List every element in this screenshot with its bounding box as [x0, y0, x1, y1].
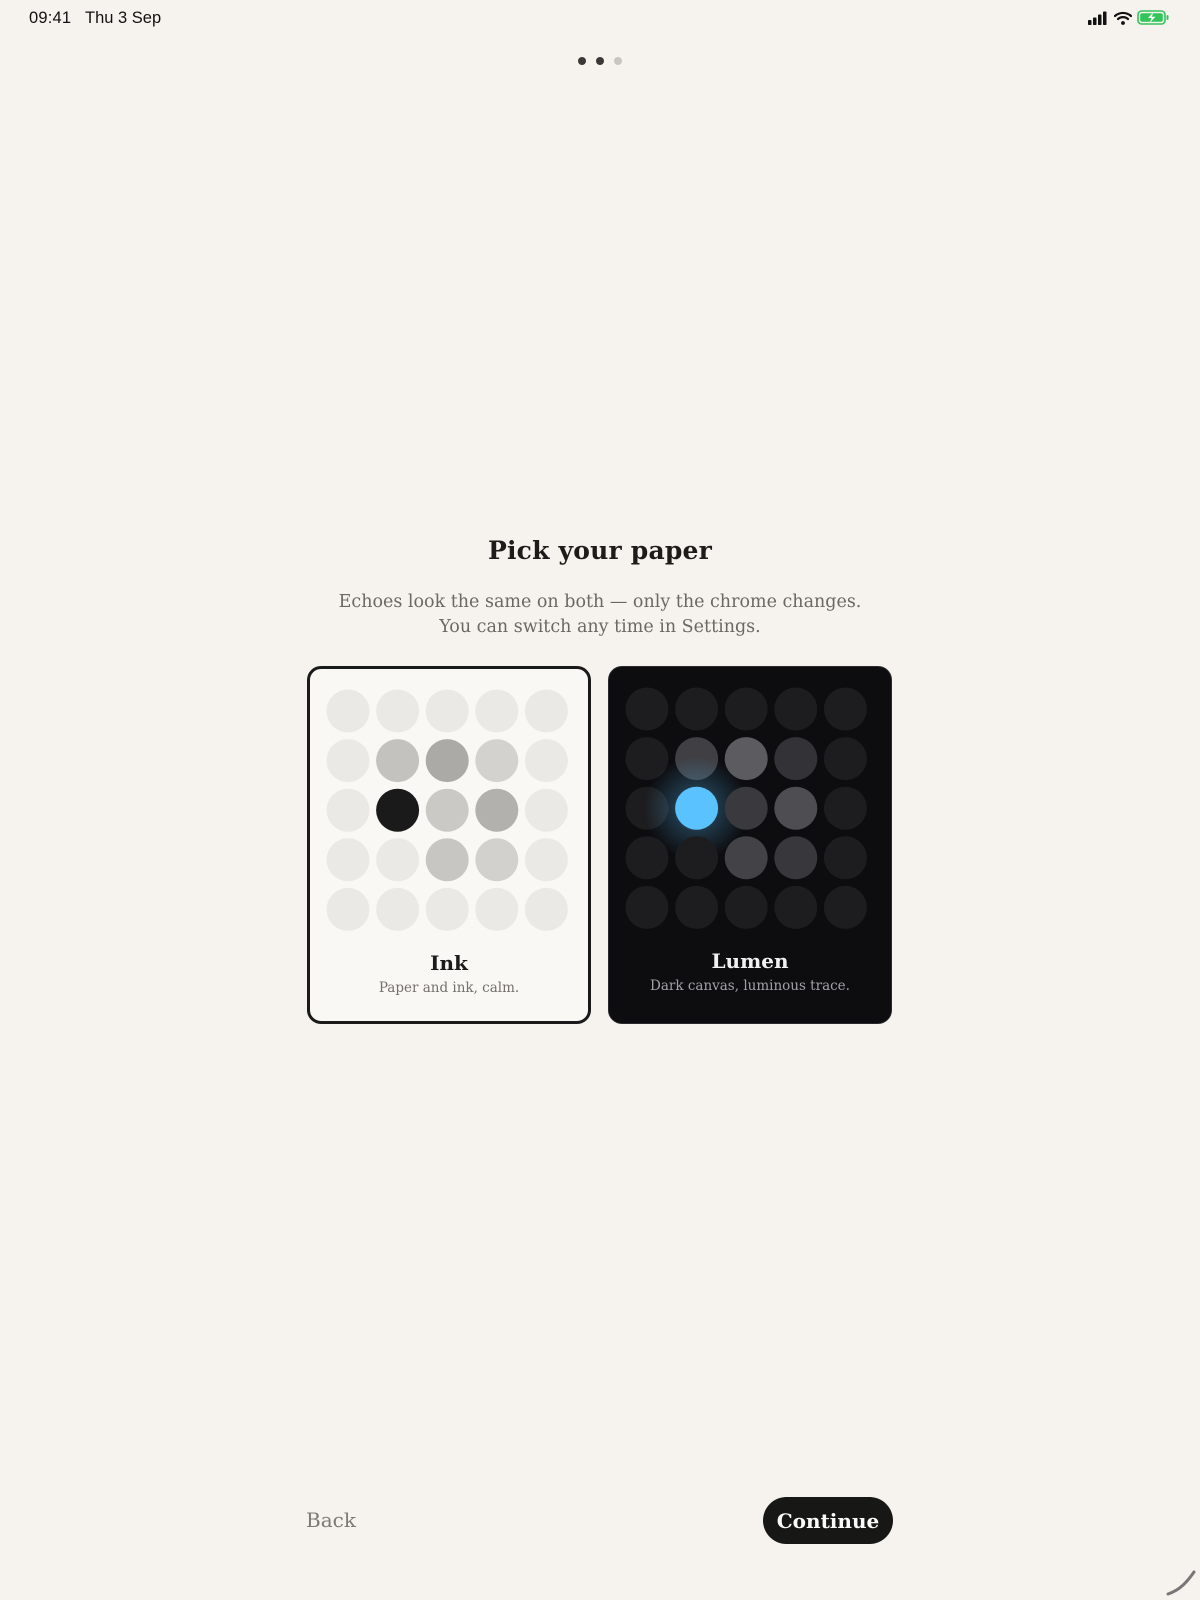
preview-dot	[675, 836, 719, 880]
continue-button[interactable]: Continue	[763, 1497, 893, 1544]
preview-dot	[823, 885, 867, 929]
theme-card-ink[interactable]: Ink Paper and ink, calm.	[307, 666, 591, 1024]
preview-dot	[823, 737, 867, 781]
preview-dot	[326, 838, 370, 882]
theme-description: Paper and ink, calm.	[378, 980, 520, 996]
preview-dot	[425, 739, 469, 783]
status-icons	[1087, 10, 1170, 25]
preview-dot	[724, 786, 768, 830]
theme-name: Lumen	[711, 949, 789, 973]
preview-dot	[823, 687, 867, 731]
preview-dot	[425, 788, 469, 832]
preview-dot	[823, 786, 867, 830]
theme-card-lumen[interactable]: Lumen Dark canvas, luminous trace.	[608, 666, 892, 1024]
theme-name: Ink	[430, 951, 468, 975]
preview-dot	[475, 838, 519, 882]
preview-dot	[475, 689, 519, 733]
preview-dot	[774, 786, 818, 830]
preview-dot	[326, 788, 370, 832]
preview-dot	[376, 788, 420, 832]
preview-dot	[823, 836, 867, 880]
preview-dot	[724, 687, 768, 731]
preview-dot	[475, 887, 519, 931]
preview-dot	[774, 737, 818, 781]
pencil-indicator-icon	[1166, 1570, 1196, 1596]
preview-dot	[625, 687, 669, 731]
preview-dot	[326, 689, 370, 733]
preview-dot	[774, 687, 818, 731]
preview-dot	[376, 887, 420, 931]
wifi-icon	[1114, 11, 1132, 25]
back-button[interactable]: Back	[306, 1508, 356, 1532]
preview-dot	[724, 885, 768, 929]
subtitle-line-2: You can switch any time in Settings.	[439, 617, 761, 637]
page-subtitle: Echoes look the same on both — only the …	[0, 590, 1200, 640]
preview-dot	[326, 887, 370, 931]
page-dot	[614, 57, 622, 65]
preview-dot	[774, 836, 818, 880]
preview-dot	[675, 786, 719, 830]
preview-dot	[425, 689, 469, 733]
subtitle-line-1: Echoes look the same on both — only the …	[338, 592, 862, 612]
theme-description: Dark canvas, luminous trace.	[650, 978, 850, 994]
preview-dot	[625, 836, 669, 880]
preview-dot	[425, 887, 469, 931]
preview-dot	[524, 788, 568, 832]
preview-dot	[774, 885, 818, 929]
page-title: Pick your paper	[487, 536, 713, 565]
preview-dot	[524, 739, 568, 783]
preview-dot	[724, 836, 768, 880]
page-dot	[578, 57, 586, 65]
lumen-preview-grid	[625, 687, 867, 929]
preview-dot	[625, 885, 669, 929]
status-bar: 09:41 Thu 3 Sep	[0, 0, 1200, 40]
preview-dot	[475, 788, 519, 832]
preview-dot	[524, 689, 568, 733]
status-date: Thu 3 Sep	[85, 9, 162, 27]
preview-dot	[326, 739, 370, 783]
preview-dot	[675, 885, 719, 929]
preview-dot	[524, 838, 568, 882]
preview-dot	[425, 838, 469, 882]
battery-charging-icon	[1137, 10, 1169, 25]
cellular-signal-icon	[1088, 11, 1107, 25]
ink-preview-grid	[326, 689, 568, 931]
preview-dot	[475, 739, 519, 783]
preview-dot	[524, 887, 568, 931]
preview-dot	[376, 838, 420, 882]
preview-dot	[376, 739, 420, 783]
page-indicator	[0, 57, 1200, 65]
status-time: 09:41	[29, 9, 72, 27]
preview-dot	[675, 687, 719, 731]
page-dot	[596, 57, 604, 65]
preview-dot	[376, 689, 420, 733]
